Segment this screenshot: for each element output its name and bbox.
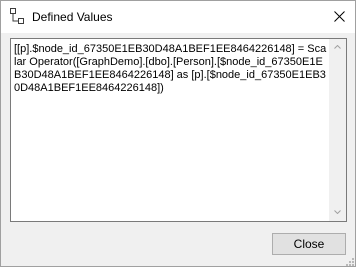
- tree-node-icon: [10, 8, 24, 24]
- chevron-up-icon: [334, 45, 341, 49]
- dialog-body: [[p].$node_id_67350E1EB30D48A1BEF1EE8464…: [1, 33, 355, 266]
- scroll-up-button[interactable]: [329, 39, 346, 56]
- defined-values-dialog: Defined Values [[p].$node_id_67350E1EB30…: [0, 0, 356, 267]
- window-title: Defined Values: [32, 10, 113, 24]
- close-icon[interactable]: [323, 1, 355, 31]
- close-button[interactable]: Close: [272, 233, 346, 255]
- title-bar[interactable]: Defined Values: [1, 1, 355, 33]
- scroll-down-button[interactable]: [329, 204, 346, 221]
- vertical-scrollbar[interactable]: [329, 39, 346, 221]
- resize-grip-icon[interactable]: [344, 255, 354, 266]
- chevron-down-icon: [334, 210, 341, 214]
- defined-values-textbox[interactable]: [[p].$node_id_67350E1EB30D48A1BEF1EE8464…: [10, 38, 347, 222]
- defined-values-text[interactable]: [[p].$node_id_67350E1EB30D48A1BEF1EE8464…: [14, 43, 328, 95]
